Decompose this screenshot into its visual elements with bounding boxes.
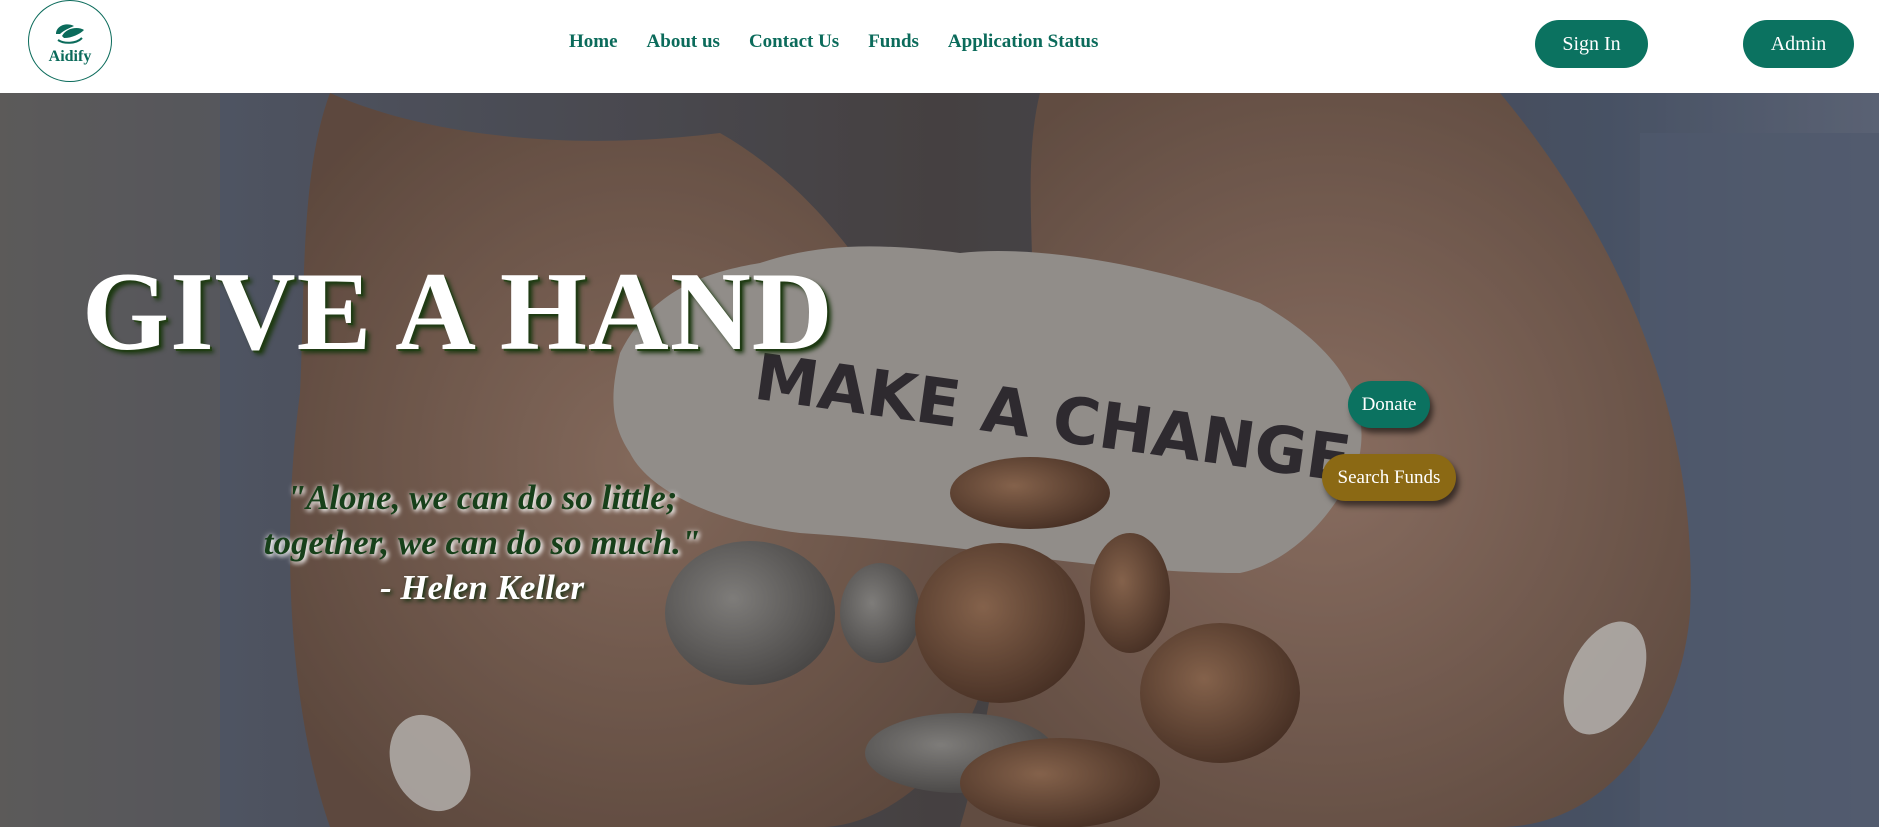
nav-about-us[interactable]: About us <box>647 31 720 53</box>
logo[interactable]: Aidify <box>28 0 112 82</box>
top-navbar: Aidify Home About us Contact Us Funds Ap… <box>0 0 1879 93</box>
hero-background-image: MAKE A CHANGE <box>0 93 1879 827</box>
admin-button[interactable]: Admin <box>1743 20 1854 68</box>
sign-in-button[interactable]: Sign In <box>1535 20 1648 68</box>
donate-button[interactable]: Donate <box>1348 381 1430 428</box>
nav-application-status[interactable]: Application Status <box>948 31 1098 53</box>
quote-line-1: "Alone, we can do so little; <box>286 478 678 517</box>
quote-line-2: together, we can do so much." <box>263 523 701 562</box>
nav-funds[interactable]: Funds <box>868 31 919 53</box>
brand-name: Aidify <box>48 48 92 65</box>
main-nav: Home About us Contact Us Funds Applicati… <box>569 31 1127 53</box>
leaf-hands-icon <box>56 24 84 44</box>
nav-contact-us[interactable]: Contact Us <box>749 31 839 53</box>
nav-home[interactable]: Home <box>569 31 618 53</box>
quote-text: "Alone, we can do so little; together, w… <box>222 475 742 565</box>
hero-title: GIVE A HAND <box>82 250 834 374</box>
search-funds-button[interactable]: Search Funds <box>1322 454 1456 501</box>
quote-author: - Helen Keller <box>379 568 585 607</box>
hero-section: MAKE A CHANGE GIVE A HAND "Alone, we can… <box>0 93 1879 827</box>
